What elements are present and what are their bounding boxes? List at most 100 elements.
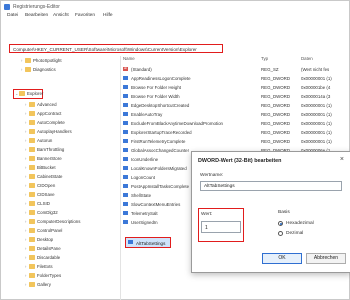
binary-value-icon — [123, 219, 128, 224]
binary-value-icon — [123, 120, 128, 125]
value-row[interactable]: Browse For Folder Height REG_DWORD 0x00000… — [121, 83, 349, 91]
binary-value-icon — [123, 174, 128, 179]
tree-item-computerdescriptions[interactable]: › ComputerDescriptions — [25, 219, 80, 227]
tree-item-label: Discardable — [37, 255, 61, 260]
value-name: PostAppInstallTasksComplete — [131, 183, 190, 189]
tree-item-cidsave[interactable]: › CIDSave — [25, 192, 55, 200]
folder-icon — [29, 102, 35, 107]
tree-item-fileexts[interactable]: › FileExts — [25, 264, 53, 272]
value-data: 0x00000001 (1) — [301, 102, 332, 108]
tree-item-autocomplete[interactable]: › AutoComplete — [25, 120, 65, 128]
menu-help[interactable]: Hilfe — [103, 13, 113, 18]
folder-icon — [29, 111, 35, 116]
tree-item-gallery[interactable]: › Gallery — [25, 282, 51, 290]
value-row[interactable]: ab (Standard) REG_SZ (Wert nicht fes — [121, 65, 349, 73]
value-data-highlight — [198, 208, 244, 242]
folder-icon — [29, 201, 35, 206]
tree-item-label: CIDSave — [37, 192, 55, 197]
column-header-name[interactable]: Name — [123, 56, 135, 64]
tree-item-comdlg32[interactable]: › ComDlg32 — [25, 210, 58, 218]
tree-item-label: PhotoSpotlight — [33, 58, 62, 63]
menu-view[interactable]: Ansicht — [53, 13, 69, 18]
tree-item-label: AppContract — [37, 111, 62, 116]
ok-button[interactable]: OK — [262, 253, 302, 264]
tree-item-explorer[interactable]: ⌄ Explorer — [15, 91, 43, 99]
tree-item-cidopen[interactable]: › CIDOpen — [25, 183, 55, 191]
dialog-title: DWORD-Wert (32-Bit) bearbeiten — [198, 158, 282, 164]
binary-value-icon — [123, 129, 128, 134]
value-type: REG_DWORD — [261, 129, 291, 135]
tree-item-photospotlight[interactable]: › PhotoSpotlight — [21, 58, 62, 66]
value-name: EnableAutoTray — [131, 111, 163, 117]
value-type: REG_DWORD — [261, 102, 291, 108]
tree-item-detailspane[interactable]: › DetailsPane — [25, 246, 61, 254]
binary-value-icon — [123, 192, 128, 197]
menu-favorites[interactable]: Favoriten — [75, 13, 95, 18]
value-name: EdgeDesktopShortcutCreated — [131, 102, 190, 108]
binary-value-icon — [123, 111, 128, 116]
value-row[interactable]: ExcludeFromBlackAnytimeDownloadPromotion… — [121, 119, 349, 127]
value-name: UserSignedIn — [131, 219, 158, 225]
value-type: REG_SZ — [261, 66, 279, 72]
value-name: ShellState — [131, 192, 152, 198]
value-row[interactable]: EdgeDesktopShortcutCreated REG_DWORD 0x000… — [121, 101, 349, 109]
value-row[interactable]: Browse For Folder Width REG_DWORD 0x000001… — [121, 92, 349, 100]
hex-radio[interactable] — [278, 221, 283, 226]
close-icon[interactable]: × — [340, 156, 344, 163]
tree-item-cabinetstate[interactable]: › CabinetState — [25, 174, 62, 182]
tree-item-clsid[interactable]: › CLSID — [25, 201, 50, 209]
string-value-icon: ab — [123, 66, 128, 71]
tree-item-controlpanel[interactable]: › ControlPanel — [25, 228, 62, 236]
value-name: FirstRunTelemetryComplete — [131, 138, 186, 144]
hex-label: Hexadezimal — [286, 221, 314, 226]
value-name: IconUnderline — [131, 156, 159, 162]
tree-item-autorun[interactable]: › Autorun — [25, 138, 52, 146]
binary-value-icon — [123, 84, 128, 89]
value-row[interactable]: FirstRunTelemetryComplete REG_DWORD 0x0000… — [121, 137, 349, 145]
tree-item-label: Gallery — [37, 282, 51, 287]
value-data: 0x00000001 (1) — [301, 129, 332, 135]
cancel-button[interactable]: Abbrechen — [306, 253, 346, 264]
menu-edit[interactable]: Bearbeiten — [25, 13, 48, 18]
value-data: 0x00000001 (1) — [301, 111, 332, 117]
value-row[interactable]: EnableAutoTray REG_DWORD 0x00000001 (1) — [121, 110, 349, 118]
tree-item-label: FolderTypes — [37, 273, 62, 278]
tree-item-appcontract[interactable]: › AppContract — [25, 111, 61, 119]
menu-file[interactable]: Datei — [7, 13, 18, 18]
tree-item-desktop[interactable]: › Desktop — [25, 237, 53, 245]
base-group-label: Basis — [278, 210, 290, 215]
binary-value-icon — [123, 156, 128, 161]
folder-icon — [29, 273, 35, 278]
value-name: Browse For Folder Height — [131, 84, 182, 90]
folder-icon — [29, 129, 35, 134]
folder-icon — [29, 174, 35, 179]
value-name-text: AltTabSettings — [204, 184, 235, 189]
tree-item-label: BitBucket — [37, 165, 56, 170]
tree-item-discardable[interactable]: › Discardable — [25, 255, 60, 263]
binary-value-icon — [123, 138, 128, 143]
tree-item-bitbucket[interactable]: › BitBucket — [25, 165, 56, 173]
tree-item-diagnostics[interactable]: › Diagnostics — [21, 67, 56, 75]
decimal-radio[interactable] — [278, 231, 283, 236]
value-data: 0x0000014a (3 — [301, 93, 331, 99]
column-header-type[interactable]: Typ — [261, 56, 268, 64]
tree-item-foldertypes[interactable]: › FolderTypes — [25, 273, 61, 281]
tree-item-bannerstore[interactable]: › BannerStore — [25, 156, 62, 164]
tree-item-label: CIDOpen — [37, 183, 56, 188]
window-title: Registrierungs-Editor — [13, 4, 60, 10]
folder-icon — [25, 58, 31, 63]
tree-item-label: FileExts — [37, 264, 53, 269]
address-bar[interactable]: Computer\HKEY_CURRENT_USER\Software\Micr… — [9, 44, 223, 53]
column-header-data[interactable]: Daten — [301, 56, 313, 64]
value-row[interactable]: AppReadinessLogonComplete REG_DWORD 0x0000… — [121, 74, 349, 82]
tree-item-advanced[interactable]: › Advanced — [25, 102, 57, 110]
new-value-highlight[interactable]: AltTabSettings — [125, 237, 171, 248]
tree-item-autoplayhandlers[interactable]: › AutoplayHandlers — [25, 129, 72, 137]
folder-icon — [29, 165, 35, 170]
value-name-field[interactable]: AltTabSettings — [200, 181, 342, 191]
value-row[interactable]: ExplorerStartupTraceRecorded REG_DWORD 0x0… — [121, 128, 349, 136]
title-bar: Registrierungs-Editor — [1, 1, 349, 12]
tree-item-bamthrottling[interactable]: › BamThrottling — [25, 147, 64, 155]
value-name: ExcludeFromBlackAnytimeDownloadPromotion — [131, 120, 223, 126]
binary-value-icon — [123, 102, 128, 107]
